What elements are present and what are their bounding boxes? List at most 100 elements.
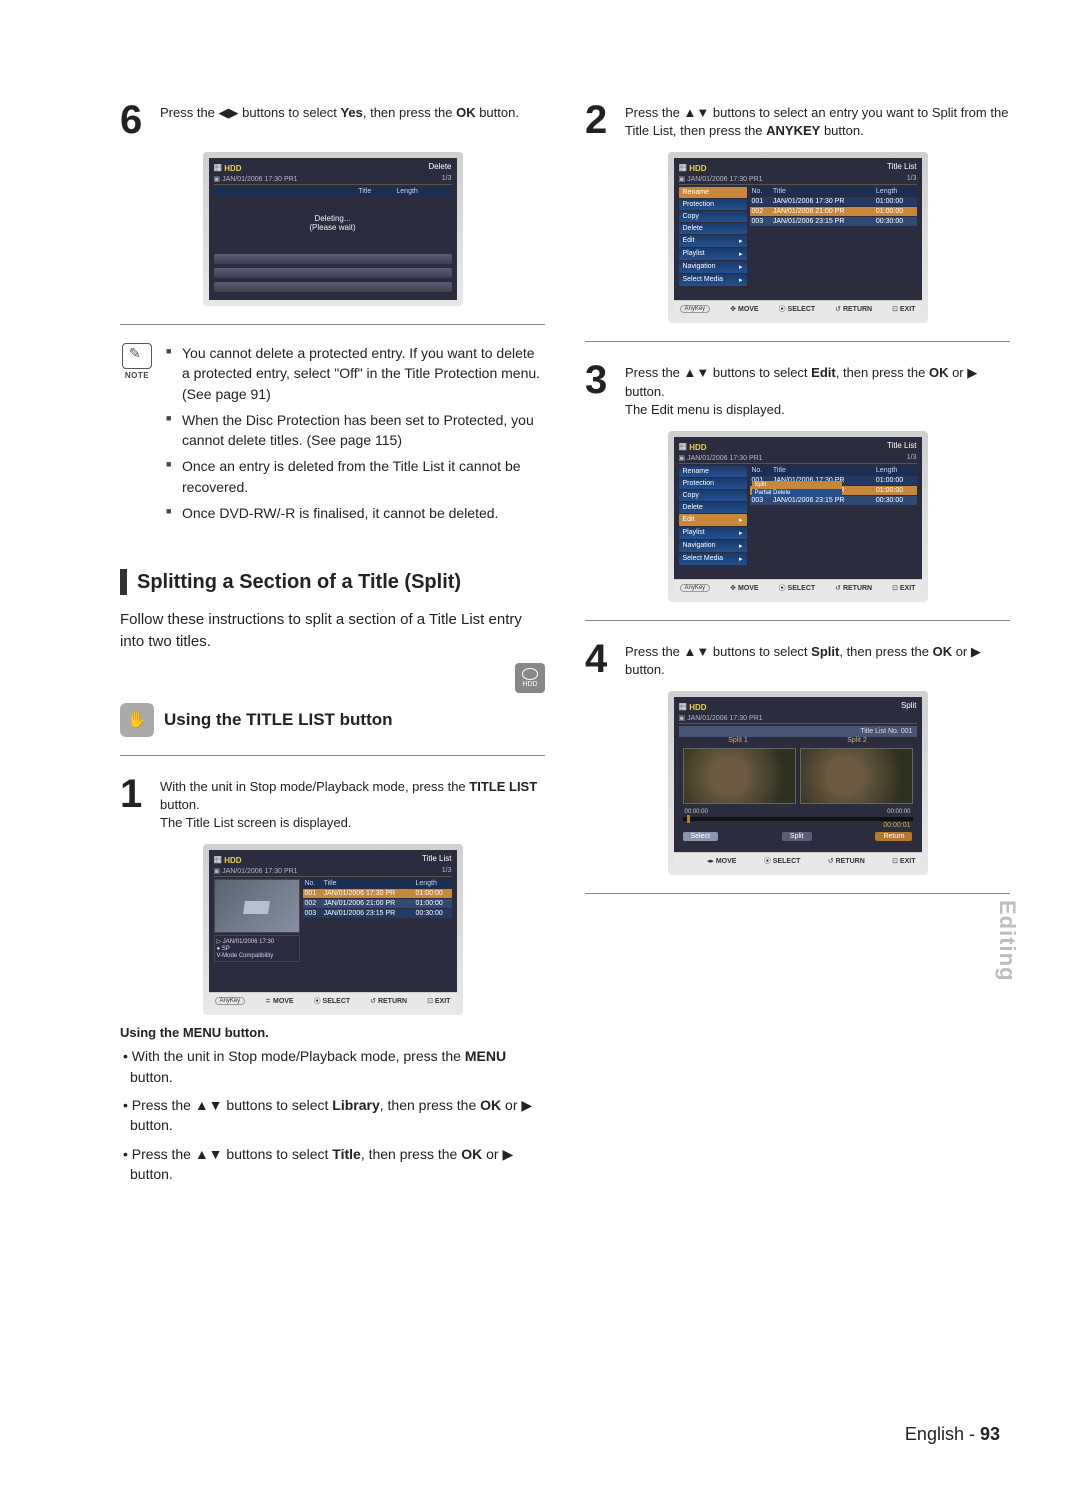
page-footer: English - 93 (905, 1424, 1000, 1445)
title: Title List (887, 162, 917, 173)
mi: Navigation (683, 542, 716, 550)
submenu-partial-delete: Partial Delete (752, 489, 842, 497)
step-number-6: 6 (120, 100, 150, 140)
t: buttons to select (223, 1146, 333, 1162)
deleting-message: Deleting... (Please wait) (214, 196, 452, 250)
c: JAN/01/2006 23:15 PR (771, 217, 874, 227)
k: RETURN (843, 585, 872, 592)
t: button. (625, 662, 665, 677)
section-title: Splitting a Section of a Title (Split) (137, 571, 461, 594)
t: Press the (132, 1146, 195, 1162)
step-6: 6 Press the ◀▶ buttons to select Yes, th… (120, 100, 545, 140)
k: MOVE (738, 585, 759, 592)
t: , then press the (363, 105, 456, 120)
mi: Edit (683, 237, 695, 245)
t: button. (820, 123, 863, 138)
timestamp: JAN/01/2006 17:30 PR1 (687, 715, 763, 722)
left-right-icon: ◀▶ (219, 105, 239, 120)
bold: Yes (340, 105, 362, 120)
c: Length (413, 879, 451, 889)
step-number-3: 3 (585, 360, 615, 400)
footer-page-number: 93 (980, 1424, 1000, 1444)
mi: Protection (683, 201, 715, 208)
updown-icon: ▲▼ (684, 365, 710, 380)
counter: 1/3 (442, 175, 452, 183)
updown-icon: ▲▼ (195, 1146, 223, 1162)
c: No. (750, 466, 771, 476)
k: EXIT (435, 998, 451, 1005)
title: Title List (887, 441, 917, 452)
c: 01:00:00 (874, 485, 917, 495)
hdd-badge-icon: HDD (515, 663, 545, 693)
c: JAN/01/2006 17:30 PR (322, 889, 414, 899)
split-label: Split 1 (728, 737, 747, 744)
line1: Deleting... (214, 214, 452, 223)
t: or (501, 1097, 521, 1113)
using-menu-heading: Using the MENU button. (120, 1025, 545, 1040)
tv-footer-keys: AnyKey ✥ MOVE ⦿ SELECT ↺ RETURN ⊡ EXIT (674, 300, 922, 317)
t: or (948, 365, 967, 380)
c: No. (750, 187, 771, 197)
updown-icon: ▲▼ (684, 105, 710, 120)
t: , then press the (836, 365, 929, 380)
mi: Select Media (683, 555, 723, 563)
hdd-label: HDD (224, 856, 241, 865)
t: button. (130, 1069, 173, 1085)
k: EXIT (900, 306, 916, 313)
mi: Navigation (683, 263, 716, 271)
move-icon: ✥ (730, 306, 736, 313)
play-icon: ▶ (967, 365, 977, 380)
title: Delete (428, 162, 451, 173)
side-tab-editing: Editing (994, 900, 1020, 982)
note-icon (122, 343, 152, 369)
c: 003 (750, 217, 771, 227)
c: 01:00:00 (874, 197, 917, 207)
c: 003 (303, 909, 322, 919)
c: JAN/01/2006 17:30 PR (771, 197, 874, 207)
note-item: Once an entry is deleted from the Title … (166, 456, 545, 497)
hdd-text: HDD (522, 681, 537, 688)
t: buttons to select (709, 644, 811, 659)
t: Press the (625, 644, 684, 659)
right-column: 2 Press the ▲▼ buttons to select an entr… (585, 100, 1010, 1192)
anykey-pill: AnyKey (680, 584, 711, 592)
menu-bullet: • Press the ▲▼ buttons to select Title, … (120, 1144, 545, 1185)
line2: (Please wait) (214, 223, 452, 232)
k: RETURN (843, 306, 872, 313)
c: 00:30:00 (874, 217, 917, 227)
k: SELECT (788, 585, 816, 592)
c: No. (303, 879, 322, 889)
info-line: JAN/01/2006 17:30 (223, 939, 274, 945)
t: , then press the (361, 1146, 461, 1162)
b: ANYKEY (766, 123, 820, 138)
k: EXIT (900, 585, 916, 592)
c: 01:00:00 (413, 889, 451, 899)
b: OK (480, 1097, 501, 1113)
step-3: 3 Press the ▲▼ buttons to select Edit, t… (585, 360, 1010, 419)
b: OK (929, 365, 949, 380)
info-line: SP (222, 946, 230, 952)
step-number-1: 1 (120, 774, 150, 814)
split-timer: 00:00:01 (679, 822, 917, 829)
k: SELECT (788, 306, 816, 313)
c: Title (771, 187, 874, 197)
t: button. (160, 797, 200, 812)
t: The Edit menu is displayed. (625, 402, 785, 417)
updown-icon: ▲▼ (195, 1097, 223, 1113)
k: SELECT (323, 998, 351, 1005)
step-1-text: With the unit in Stop mode/Playback mode… (160, 774, 545, 833)
hdd-label: HDD (224, 164, 241, 173)
b: OK (933, 644, 953, 659)
b: Split (811, 644, 839, 659)
t: buttons to select (239, 105, 341, 120)
k: MOVE (738, 306, 759, 313)
c: Title (322, 879, 414, 889)
t: buttons to select (709, 365, 811, 380)
step-2-text: Press the ▲▼ buttons to select an entry … (625, 100, 1010, 140)
play-icon: ▶ (971, 644, 981, 659)
left-column: 6 Press the ◀▶ buttons to select Yes, th… (120, 100, 545, 1192)
t: Press the (625, 365, 684, 380)
mi: Rename (683, 468, 709, 475)
timestamp: JAN/01/2006 17:30 PR1 (687, 455, 763, 462)
k: EXIT (900, 858, 916, 865)
